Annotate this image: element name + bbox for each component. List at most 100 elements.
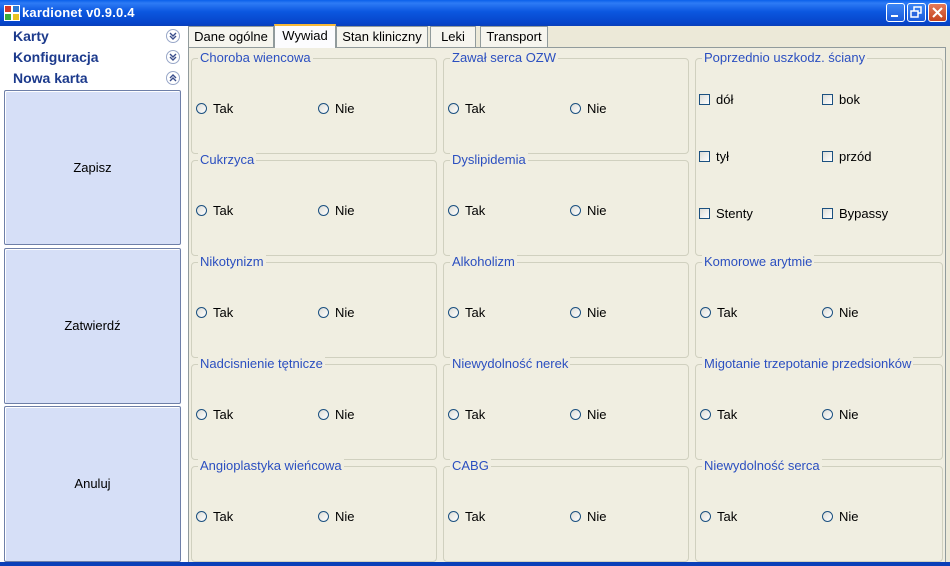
group-zawal-serca: Zawał serca OZW Tak Nie (443, 50, 689, 154)
checkbox-label: przód (839, 149, 872, 164)
app-icon (4, 5, 20, 21)
radio-circle-icon (570, 409, 581, 420)
radio-circle-icon (196, 307, 207, 318)
group-cukrzyca: Cukrzyca Tak Nie (191, 152, 437, 256)
close-icon (932, 7, 943, 18)
checkbox-label: bok (839, 92, 860, 107)
nav-item-konfiguracja[interactable]: Konfiguracja (0, 47, 188, 68)
nav-label: Konfiguracja (13, 49, 99, 65)
radio-circle-icon (448, 409, 459, 420)
radio-label: Tak (213, 203, 234, 218)
group-title: Komorowe arytmie (702, 254, 815, 269)
chevron-down-icon[interactable] (166, 29, 180, 43)
radio-label: Tak (213, 509, 234, 524)
radio-label: Nie (587, 101, 607, 116)
radio-label: Nie (587, 407, 607, 422)
group-title: Zawał serca OZW (450, 50, 559, 65)
radio-circle-icon (196, 205, 207, 216)
radio-label: Nie (839, 509, 859, 524)
group-niewydolnosc-serca: Niewydolność serca Tak Nie (695, 458, 943, 562)
checkbox-label: dół (716, 92, 734, 107)
radio-label: Nie (335, 509, 355, 524)
checkbox-box-icon (699, 94, 710, 105)
tab-page-wywiad: Choroba wiencowa Tak Nie Zawał serca OZW… (188, 47, 946, 566)
tab-control: Dane ogólne Wywiad Stan kliniczny Leki T… (188, 24, 950, 566)
group-title: Alkoholizm (450, 254, 517, 269)
group-title: Choroba wiencowa (198, 50, 313, 65)
save-button[interactable]: Zapisz (4, 90, 181, 245)
confirm-button[interactable]: Zatwierdź (4, 248, 181, 404)
group-title: Poprzednio uszkodz. ściany (702, 50, 868, 65)
window-bottom-border (0, 562, 950, 566)
group-title: Nikotynizm (198, 254, 266, 269)
radio-label: Tak (465, 305, 486, 320)
radio-label: Tak (213, 305, 234, 320)
chevron-down-icon[interactable] (166, 50, 180, 64)
nav-item-karty[interactable]: Karty (0, 26, 188, 47)
confirm-button-label: Zatwierdź (64, 318, 121, 333)
group-title: Nadcisnienie tętnicze (198, 356, 325, 371)
minimize-button[interactable] (886, 3, 905, 22)
radio-label: Nie (839, 305, 859, 320)
radio-circle-icon (822, 307, 833, 318)
radio-circle-icon (448, 103, 459, 114)
checkbox-box-icon (822, 208, 833, 219)
group-cabg: CABG Tak Nie (443, 458, 689, 562)
nav-label: Karty (13, 28, 49, 44)
radio-label: Tak (717, 407, 738, 422)
group-title: Migotanie trzepotanie przedsionków (702, 356, 914, 371)
tab-stan-kliniczny[interactable]: Stan kliniczny (336, 26, 428, 47)
radio-label: Tak (717, 305, 738, 320)
radio-circle-icon (570, 205, 581, 216)
group-nadcisnienie: Nadcisnienie tętnicze Tak Nie (191, 356, 437, 460)
restore-icon (910, 6, 922, 18)
radio-label: Tak (717, 509, 738, 524)
checkbox-box-icon (699, 151, 710, 162)
radio-circle-icon (570, 103, 581, 114)
radio-label: Tak (465, 407, 486, 422)
tab-wywiad[interactable]: Wywiad (274, 24, 336, 48)
group-nikotynizm: Nikotynizm Tak Nie (191, 254, 437, 358)
group-choroba-wiencowa: Choroba wiencowa Tak Nie (191, 50, 437, 154)
radio-circle-icon (318, 511, 329, 522)
radio-circle-icon (196, 103, 207, 114)
group-title: CABG (450, 458, 491, 473)
radio-label: Nie (335, 305, 355, 320)
minimize-icon (891, 15, 898, 17)
radio-circle-icon (822, 511, 833, 522)
cancel-button[interactable]: Anuluj (4, 406, 181, 562)
group-title: Angioplastyka wieńcowa (198, 458, 344, 473)
radio-label: Nie (335, 101, 355, 116)
group-komorowe-arytmie: Komorowe arytmie Tak Nie (695, 254, 943, 358)
checkbox-label: Bypassy (839, 206, 889, 221)
group-dyslipidemia: Dyslipidemia Tak Nie (443, 152, 689, 256)
radio-circle-icon (196, 409, 207, 420)
tab-transport[interactable]: Transport (480, 26, 548, 47)
radio-circle-icon (196, 511, 207, 522)
window-title: kardionet v0.9.0.4 (22, 5, 135, 20)
tab-leki[interactable]: Leki (430, 26, 476, 47)
checkbox-box-icon (822, 94, 833, 105)
restore-button[interactable] (907, 3, 926, 22)
radio-circle-icon (700, 307, 711, 318)
nav-item-nowa-karta[interactable]: Nowa karta (0, 68, 188, 89)
radio-label: Nie (335, 203, 355, 218)
radio-label: Tak (465, 203, 486, 218)
sidebar: Karty Konfiguracja Nowa karta Zapisz Zat… (0, 26, 188, 566)
radio-circle-icon (318, 205, 329, 216)
radio-circle-icon (570, 511, 581, 522)
radio-label: Nie (335, 407, 355, 422)
radio-circle-icon (448, 511, 459, 522)
radio-label: Tak (465, 509, 486, 524)
checkbox-box-icon (699, 208, 710, 219)
tab-dane-ogolne[interactable]: Dane ogólne (188, 26, 274, 47)
checkbox-label: tył (716, 149, 729, 164)
radio-label: Tak (465, 101, 486, 116)
radio-circle-icon (700, 511, 711, 522)
close-button[interactable] (928, 3, 947, 22)
radio-circle-icon (448, 205, 459, 216)
chevron-up-icon[interactable] (166, 71, 180, 85)
radio-circle-icon (822, 409, 833, 420)
checkbox-label: Stenty (716, 206, 753, 221)
group-angioplastyka: Angioplastyka wieńcowa Tak Nie (191, 458, 437, 562)
